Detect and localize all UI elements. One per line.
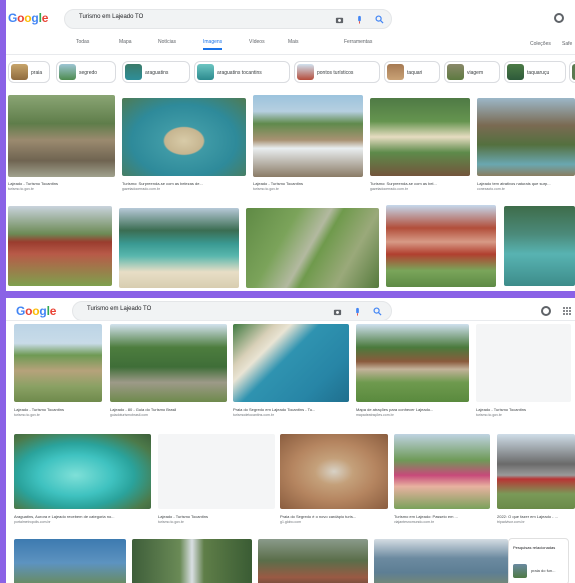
result-image[interactable] <box>504 206 575 286</box>
related-searches-card: Pesquisas relacionadas praia do fun... <box>508 538 569 583</box>
result-caption[interactable]: Lajeado - Turismo Tocantins <box>158 514 275 519</box>
search-input[interactable]: Turismo em Lajeado TO <box>64 9 392 29</box>
related-thumb <box>513 564 527 578</box>
result-image[interactable] <box>233 324 349 402</box>
chip-pontos-turisticos[interactable]: pontos turísticos <box>294 61 380 83</box>
google-logo[interactable]: Google <box>8 11 48 25</box>
collections-link[interactable]: Coleções <box>530 41 551 47</box>
result-source: g1.globo.com <box>280 520 302 524</box>
result-source: gazetadocerrado.com.br <box>370 187 408 191</box>
tab-noticias[interactable]: Notícias <box>158 39 176 45</box>
tab-videos[interactable]: Vídeos <box>249 39 265 45</box>
mic-icon[interactable] <box>353 307 362 316</box>
related-search-item[interactable]: praia do fun... <box>513 564 569 578</box>
result-source: mapadeatrações.com.br <box>356 413 394 417</box>
divider <box>6 54 575 55</box>
result-image[interactable] <box>258 539 368 583</box>
chip-araguatins[interactable]: araguatins <box>122 61 190 83</box>
chip-araguatins-tocantins[interactable]: araguatins tocantins <box>194 61 290 83</box>
result-caption[interactable]: Lajeado - Turismo Tocantins <box>8 181 115 186</box>
result-image[interactable] <box>370 98 470 176</box>
tab-todas[interactable]: Todas <box>76 39 89 45</box>
bottom-browser-window: Google Turismo em Lajeado TO Lajeado - T… <box>6 298 575 583</box>
gear-icon[interactable] <box>541 306 551 316</box>
chip-taquarucu[interactable]: taquaruçu <box>504 61 566 83</box>
result-image[interactable] <box>132 539 252 583</box>
result-image[interactable] <box>14 539 126 583</box>
chip-praia[interactable]: praia <box>8 61 50 83</box>
chip-taquari[interactable]: taquari <box>384 61 440 83</box>
result-image[interactable] <box>253 95 363 177</box>
result-image[interactable] <box>246 208 379 288</box>
mic-icon[interactable] <box>355 15 364 24</box>
result-source: turismo.to.gov.br <box>253 187 279 191</box>
result-caption[interactable]: Lajeado tem atrativos naturais que surp.… <box>477 181 575 186</box>
result-caption[interactable]: Praia do Segredo em Lajeado Tocantins - … <box>233 407 349 412</box>
related-searches-title: Pesquisas relacionadas <box>513 545 556 550</box>
result-source: turismo.to.gov.br <box>476 413 502 417</box>
result-source: turismo.to.gov.br <box>14 413 40 417</box>
camera-icon[interactable] <box>333 307 342 316</box>
result-caption[interactable]: Lajeado - Turismo Tocantins <box>14 407 102 412</box>
apps-grid-icon[interactable] <box>562 306 572 316</box>
chip-viagem[interactable]: viagem <box>444 61 500 83</box>
search-input[interactable]: Turismo em Lajeado TO <box>72 301 392 321</box>
search-query-text: Turismo em Lajeado TO <box>79 14 144 20</box>
result-source: turismo.to.gov.br <box>8 187 34 191</box>
result-source: portalmetropolis.com.br <box>14 520 51 524</box>
tools-button[interactable]: Ferramentas <box>344 39 372 45</box>
result-image[interactable] <box>14 324 102 402</box>
result-image[interactable] <box>477 98 575 176</box>
google-logo[interactable]: Google <box>16 304 56 318</box>
chip-segredo[interactable]: segredo <box>56 61 116 83</box>
search-query-text: Turismo em Lajeado TO <box>87 306 152 312</box>
result-caption[interactable]: Turismo em Lajeado: Passeio em ... <box>394 514 490 519</box>
result-image[interactable] <box>280 434 388 509</box>
tab-mais[interactable]: Mais <box>288 39 299 45</box>
result-image[interactable] <box>122 98 246 176</box>
result-caption[interactable]: Mapa de atrações para conhecer Lajeado..… <box>356 407 469 412</box>
result-image[interactable] <box>14 434 151 509</box>
result-caption[interactable]: Lajeado - Turismo Tocantins <box>253 181 363 186</box>
tab-maps[interactable]: Mapa <box>119 39 132 45</box>
divider <box>6 320 575 321</box>
result-caption[interactable]: Turismo: Surpreenda-se com as belezas de… <box>122 181 246 186</box>
safesearch-link[interactable]: Safe <box>562 41 572 47</box>
result-image[interactable] <box>497 434 575 509</box>
result-image[interactable] <box>476 324 571 402</box>
result-image[interactable] <box>8 95 115 177</box>
result-caption[interactable]: Lajeado - 80 - Guia do Turismo Brasil <box>110 407 227 412</box>
result-image[interactable] <box>8 206 112 286</box>
tab-imagens[interactable]: Imagens <box>203 39 223 50</box>
result-source: conexaoto.com.br <box>477 187 505 191</box>
result-image[interactable] <box>386 205 496 287</box>
result-source: gazetadocerrado.com.br <box>122 187 160 191</box>
result-source: viajantesnomundo.com.br <box>394 520 435 524</box>
result-source: tripadvisor.com.br <box>497 520 525 524</box>
result-caption[interactable]: Turismo: Surpreenda-se com as bel... <box>370 181 470 186</box>
result-caption[interactable]: Praia do Segredo é o novo cardápio turís… <box>280 514 388 519</box>
search-icon[interactable] <box>373 307 382 316</box>
chip-more[interactable] <box>569 61 575 83</box>
result-image[interactable] <box>110 324 227 402</box>
top-browser-window: Google Turismo em Lajeado TO Todas Mapa … <box>6 0 575 291</box>
result-caption[interactable]: 2022: O que fazer em Lajeado - ... <box>497 514 575 519</box>
result-image[interactable] <box>394 434 490 509</box>
result-image[interactable] <box>158 434 275 509</box>
result-source: turismo.to.gov.br <box>158 520 184 524</box>
result-image[interactable] <box>119 208 239 288</box>
gear-icon[interactable] <box>554 13 564 23</box>
camera-icon[interactable] <box>335 15 344 24</box>
result-caption[interactable]: Araguatins, Aurora e Lajeado recebem de … <box>14 514 151 519</box>
result-source: turismodetocantins.com.br <box>233 413 275 417</box>
result-image[interactable] <box>356 324 469 402</box>
result-source: guiadoturismobrasil.com <box>110 413 148 417</box>
search-icon[interactable] <box>375 15 384 24</box>
result-image[interactable] <box>374 539 508 583</box>
result-caption[interactable]: Lajeado - Turismo Tocantins <box>476 407 571 412</box>
